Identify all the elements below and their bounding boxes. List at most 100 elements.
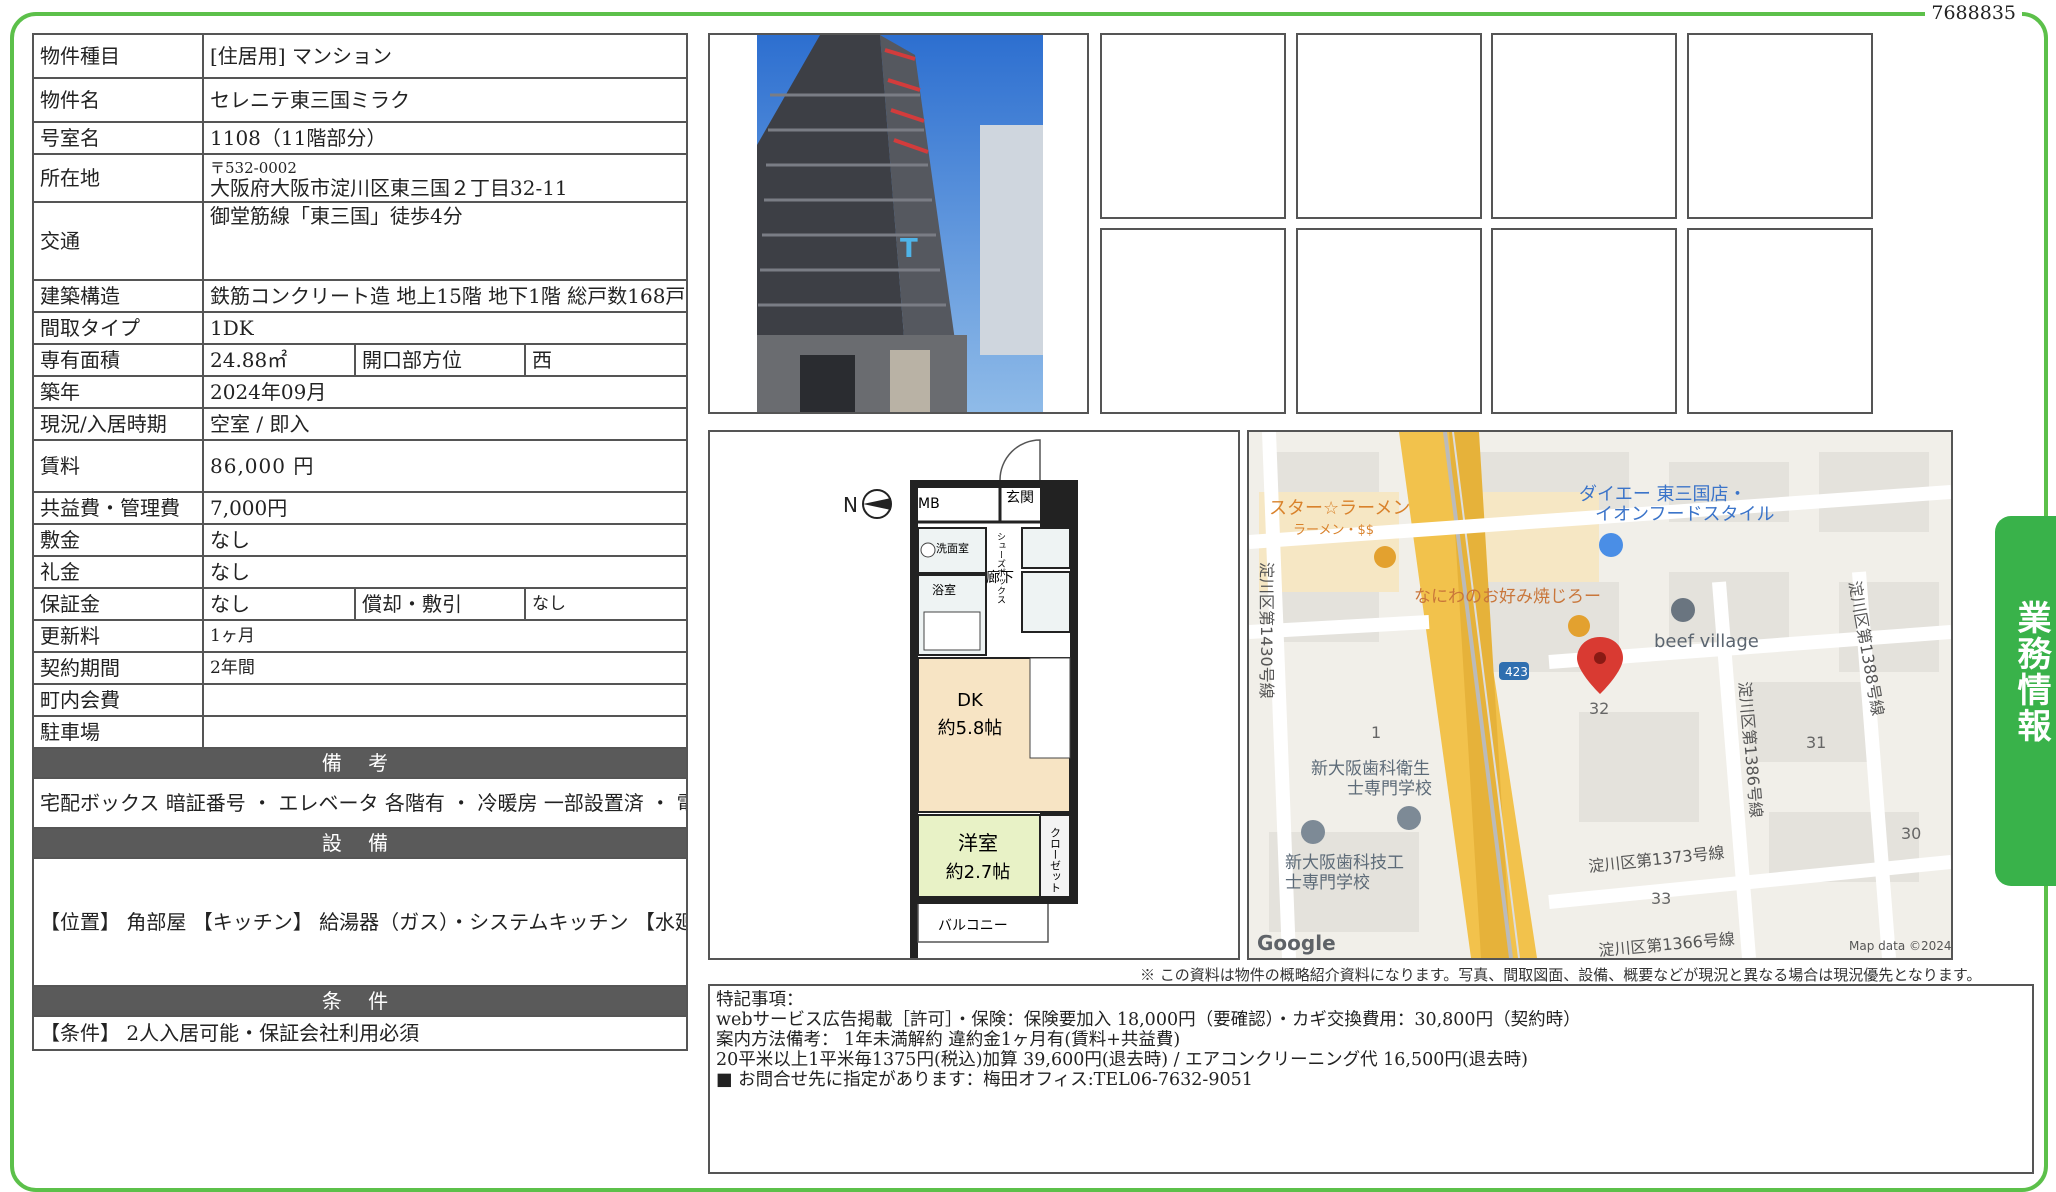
entrance-label: 玄関 (1006, 489, 1034, 506)
floor-plan: N MB 玄関 洗面室 浴室 廊下 DK 約5.8帖 洋室 約2.7帖 クローゼ… (843, 439, 1078, 960)
document-number: 7688835 (1925, 2, 2022, 24)
name-label: 物件名 (32, 77, 204, 123)
map-label-daiei-2[interactable]: イオンフードスタイル (1595, 504, 1774, 525)
guarantee-label: 保証金 (32, 587, 204, 621)
dk-size: 約5.8帖 (938, 718, 1003, 739)
photo-thumb-1[interactable] (1100, 33, 1286, 219)
address-value: 大阪府大阪市淀川区東三国２丁目32-11 (210, 176, 568, 200)
map-school-2a[interactable]: 新大阪歯科技工 (1285, 853, 1404, 873)
community-label: 町内会費 (32, 683, 204, 717)
google-logo: Google (1257, 931, 1336, 955)
balcony-label: バルコニー (938, 918, 1008, 934)
western-label: 洋室 (958, 831, 998, 855)
photo-thumb-7[interactable] (1491, 228, 1677, 414)
name-value: セレニテ東三国ミラク (201, 77, 689, 123)
special-notes-title: 特記事項： (716, 990, 804, 1010)
map-school-1a[interactable]: 新大阪歯科衛生 (1311, 759, 1430, 779)
disclaimer: ※ この資料は物件の概略紹介資料になります。写真、間取図面、設備、概要などが現況… (1140, 966, 1982, 984)
map-label-star[interactable]: スター☆ラーメン (1269, 498, 1410, 519)
photo-thumb-5[interactable] (1100, 228, 1286, 414)
structure-label: 建築構造 (32, 279, 204, 313)
special-notes-line-1: webサービス広告掲載［許可］・保険：保険要加入 18,000円（要確認）・カギ… (716, 1010, 1581, 1030)
built-label: 築年 (32, 375, 204, 409)
amort-label: 償却・敷引 (354, 587, 526, 621)
special-notes-line-3: 20平米以上1平米毎1375円(税込)加算 39,600円(退去時) / エアコ… (716, 1050, 1529, 1070)
equipment-text: 【位置】 角部屋 【キッチン】 給湯器（ガス）・システムキッチン 【水廻り】 風… (31, 857, 689, 987)
status-label: 現況/入居時期 (32, 407, 204, 441)
remarks-header: 備 考 (31, 747, 689, 779)
map-label-okonomi[interactable]: なにわのお好み焼じろー (1414, 587, 1601, 607)
area-label: 専有面積 (32, 343, 204, 377)
dk-label: DK (957, 690, 984, 711)
built-value: 2024年09月 (201, 375, 689, 409)
photo-thumb-8[interactable] (1687, 228, 1873, 414)
postal-code: 〒532-0002 (210, 159, 297, 177)
equipment-header: 設 備 (31, 827, 689, 859)
type-value: [住居用] マンション (201, 33, 689, 79)
rent-label: 賃料 (32, 439, 204, 493)
conditions-header: 条 件 (31, 985, 689, 1017)
map-num-31: 31 (1806, 733, 1826, 752)
closet-label: クローゼット (1049, 827, 1062, 893)
fee-value: 7,000円 (201, 491, 689, 525)
renewal-label: 更新料 (32, 619, 204, 653)
amort-value: なし (523, 587, 689, 621)
conditions-text: 【条件】 2人入居可能・保証会社利用必須 (31, 1015, 689, 1051)
photo-thumb-6[interactable] (1296, 228, 1482, 414)
transport-label: 交通 (32, 201, 204, 281)
special-notes-line-4: ■ お問合せ先に指定があります：梅田オフィス:TEL06-7632-9051 (716, 1070, 1253, 1090)
north-label: N (843, 493, 858, 517)
business-info-tab-label[interactable]: 業務情報 (1995, 600, 2056, 744)
photo-thumb-2[interactable] (1296, 33, 1482, 219)
mb-label: MB (918, 496, 940, 512)
room-label: 号室名 (32, 121, 204, 155)
parking-value (201, 715, 689, 749)
map-num-33: 33 (1651, 889, 1671, 908)
deposit-value: なし (201, 523, 689, 557)
renewal-value: 1ヶ月 (201, 619, 689, 653)
map-canvas[interactable]: 423 スター☆ラーメン ラーメン・$$ ダイエー 東三国店・ イオンフードスタ… (1249, 432, 1951, 958)
deposit-label: 敷金 (32, 523, 204, 557)
map-label-daiei-1[interactable]: ダイエー 東三国店・ (1579, 484, 1747, 505)
special-notes-line-2: 案内方法備考： 1年未満解約 違約金1ヶ月有(賃料+共益費) (716, 1030, 1181, 1050)
address-label: 所在地 (32, 153, 204, 203)
map-label-star-sub: ラーメン・$$ (1293, 523, 1374, 538)
contract-value: 2年間 (201, 651, 689, 685)
type-label: 物件種目 (32, 33, 204, 79)
photo-thumb-3[interactable] (1491, 33, 1677, 219)
floor-plan-frame: N MB 玄関 洗面室 浴室 廊下 DK 約5.8帖 洋室 約2.7帖 クローゼ… (708, 430, 1240, 960)
photo-thumb-4[interactable] (1687, 33, 1873, 219)
direction-label: 開口部方位 (354, 343, 526, 377)
special-notes: 特記事項： webサービス広告掲載［許可］・保険：保険要加入 18,000円（要… (708, 984, 2034, 1174)
remarks-text: 宅配ボックス 暗証番号 ・ エレベータ 各階有 ・ 冷暖房 一部設置済 ・ 電気… (31, 777, 689, 829)
map-data-credit: Map data ©2024 (1849, 939, 1951, 953)
map-num-1: 1 (1371, 723, 1381, 742)
layout-label: 間取タイプ (32, 311, 204, 345)
route-badge: 423 (1505, 665, 1528, 679)
shoebox-label: シューズボックス (995, 532, 1006, 604)
property-table: 物件種目 [住居用] マンション 物件名 セレニテ東三国ミラク 号室名 1108（11… (31, 33, 689, 1051)
map-label-beef[interactable]: beef village (1654, 631, 1759, 652)
rent-value: 86,000 円 (201, 439, 689, 493)
map-school-1b: 士専門学校 (1347, 779, 1432, 799)
map-num-30: 30 (1901, 824, 1921, 843)
parking-label: 駐車場 (32, 715, 204, 749)
transport-value: 御堂筋線「東三国」徒歩4分 (201, 201, 689, 281)
building-photo-frame: T (708, 33, 1089, 414)
map-num-32: 32 (1589, 699, 1609, 718)
guarantee-value: なし (202, 587, 356, 621)
location-map[interactable]: 423 スター☆ラーメン ラーメン・$$ ダイエー 東三国店・ イオンフードスタ… (1247, 430, 1953, 960)
bath-label: 浴室 (932, 582, 956, 597)
map-school-2b: 士専門学校 (1285, 873, 1370, 893)
structure-value: 鉄筋コンクリート造 地上15階 地下1階 総戸数168戸 (201, 279, 689, 313)
area-value: 24.88㎡ (202, 343, 356, 377)
svg-text:T: T (900, 234, 918, 264)
western-size: 約2.7帖 (946, 862, 1011, 883)
washroom-label: 洗面室 (936, 541, 969, 555)
keymoney-label: 礼金 (32, 555, 204, 589)
community-value (201, 683, 689, 717)
building-photo: T (757, 35, 1043, 412)
keymoney-value: なし (201, 555, 689, 589)
status-value: 空室 / 即入 (201, 407, 689, 441)
direction-value: 西 (523, 343, 689, 377)
